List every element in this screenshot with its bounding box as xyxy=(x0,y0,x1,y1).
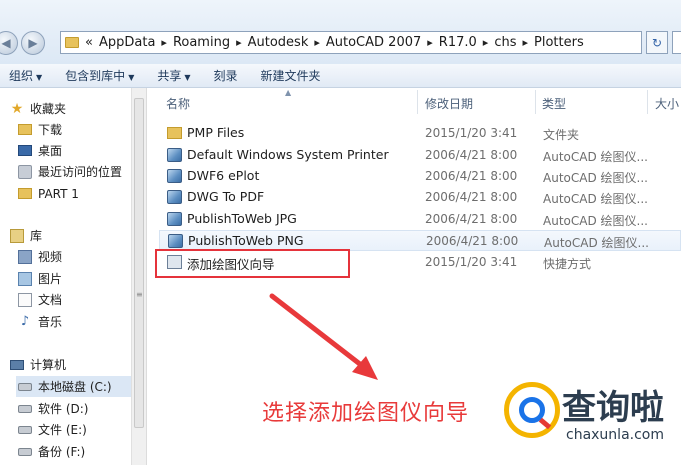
watermark-url: chaxunla.com xyxy=(566,427,664,443)
watermark-logo-tail xyxy=(538,417,552,430)
annotation-text: 选择添加绘图仪向导 xyxy=(262,401,470,426)
watermark-logo-icon xyxy=(504,382,560,438)
watermark: 查询啦 chaxunla.com xyxy=(504,378,681,465)
watermark-brand: 查询啦 xyxy=(562,388,664,428)
